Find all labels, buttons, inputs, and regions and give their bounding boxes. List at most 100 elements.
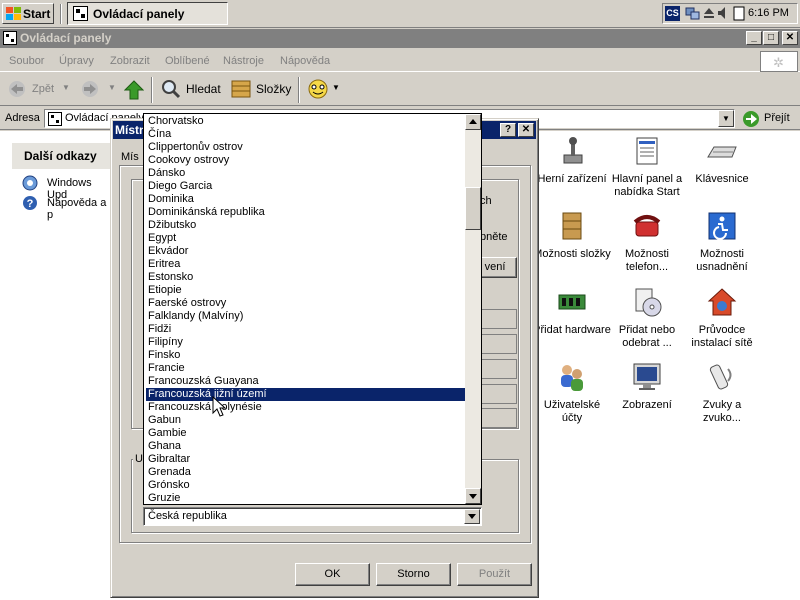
taskbar-button-control-panel[interactable]: Ovládací panely [67, 2, 228, 25]
scroll-thumb[interactable] [465, 187, 481, 230]
window-titlebar[interactable]: Ovládací panely _ □ ✕ [0, 29, 800, 48]
country-list-item[interactable]: Francouzská Guayana [146, 375, 466, 388]
views-icon [308, 79, 328, 99]
country-list-item[interactable]: Finsko [146, 349, 466, 362]
search-label: Hledat [186, 82, 221, 96]
toolbar: Zpět ▼ ▼ Hledat Složky ▼ [0, 73, 800, 106]
cp-item-accessibility[interactable]: Možnosti usnadnění [683, 210, 761, 274]
windows-update-icon [22, 175, 38, 191]
menu-tools[interactable]: Nástroje [223, 55, 264, 67]
country-list-item[interactable]: Džibutsko [146, 219, 466, 232]
left-panel-header: Další odkazy [12, 143, 110, 169]
country-list-item[interactable]: Gabun [146, 414, 466, 427]
apply-button[interactable]: Použít [457, 563, 532, 586]
menu-help[interactable]: Nápověda [280, 55, 330, 67]
country-list-item[interactable]: Francie [146, 362, 466, 375]
country-list-item[interactable]: Filipíny [146, 336, 466, 349]
country-list-item[interactable]: Etiopie [146, 284, 466, 297]
country-combobox[interactable]: Česká republika [143, 507, 482, 526]
cp-item-keyboard[interactable]: Klávesnice [683, 135, 761, 186]
country-list-item[interactable]: Ekvádor [146, 245, 466, 258]
cp-item-game-controllers[interactable]: Herní zařízení [533, 135, 611, 186]
dialog-tab-label[interactable]: Mís [121, 151, 139, 163]
menu-view[interactable]: Zobrazit [110, 55, 150, 67]
country-list-item[interactable]: Cookovy ostrovy [146, 154, 466, 167]
menu-edit[interactable]: Úpravy [59, 55, 94, 67]
cp-item-folder-options[interactable]: Možnosti složky [533, 210, 611, 261]
country-list-item[interactable]: Ghana [146, 440, 466, 453]
back-arrow-icon [9, 81, 25, 97]
forward-button[interactable]: ▼ [78, 77, 118, 101]
minimize-button[interactable]: _ [746, 31, 762, 45]
country-list-item[interactable]: Egypt [146, 232, 466, 245]
country-list-item[interactable]: Falklandy (Malvíny) [146, 310, 466, 323]
cp-item-phone-options[interactable]: Možnosti telefon... [608, 210, 686, 274]
windows-throbber: ✲ [760, 51, 798, 72]
cp-item-add-remove-programs[interactable]: Přidat nebo odebrat ... [608, 286, 686, 350]
cp-item-display[interactable]: Zobrazení [608, 361, 686, 412]
menu-favorites[interactable]: Oblíbené [165, 55, 210, 67]
country-list-item[interactable]: Čína [146, 128, 466, 141]
country-list-item[interactable]: Grenada [146, 466, 466, 479]
address-label: Adresa [5, 112, 40, 124]
country-list-item[interactable]: Clippertonův ostrov [146, 141, 466, 154]
country-list-item[interactable]: Grónsko [146, 479, 466, 492]
country-list-item[interactable]: Francouzská Polynésie [146, 401, 466, 414]
ok-button[interactable]: OK [295, 563, 370, 586]
menu-file[interactable]: Soubor [9, 55, 44, 67]
country-list-item[interactable]: Diego Garcia [146, 180, 466, 193]
dialog-help-button[interactable]: ? [500, 123, 516, 137]
up-folder-icon[interactable] [124, 80, 144, 100]
country-list-item[interactable]: Eritrea [146, 258, 466, 271]
country-dropdown-list[interactable]: Chorvatsko Čína Clippertonův ostrov Cookovy… [143, 113, 482, 505]
security-icon[interactable] [733, 6, 745, 21]
cp-item-add-hardware[interactable]: Přidat hardware [533, 286, 611, 337]
address-dropdown-button[interactable]: ▼ [718, 110, 734, 127]
country-list-scrollbar[interactable] [465, 114, 481, 504]
eject-icon[interactable] [703, 7, 715, 19]
cancel-button[interactable]: Storno [376, 563, 451, 586]
combobox-dropdown-button[interactable] [464, 509, 480, 524]
back-button[interactable]: Zpět ▼ [4, 77, 70, 101]
search-button[interactable]: Hledat [159, 77, 225, 101]
link-windows-update[interactable]: Windows Upd [22, 175, 112, 201]
cp-item-sounds[interactable]: Zvuky a zvuko... [683, 361, 761, 425]
link-help[interactable]: ? Nápověda a p [22, 195, 112, 221]
sounds-icon [706, 361, 738, 393]
maximize-button[interactable]: □ [763, 31, 779, 45]
cp-item-network-setup[interactable]: Průvodce instalací sítě [683, 286, 761, 350]
country-list-item[interactable]: Dánsko [146, 167, 466, 180]
cp-item-taskbar-start-menu[interactable]: Hlavní panel a nabídka Start [608, 135, 686, 199]
language-indicator[interactable]: CS [665, 6, 680, 21]
country-list-item[interactable]: Gambie [146, 427, 466, 440]
dialog-text-fragment-2: pněte [480, 231, 508, 243]
scroll-up-button[interactable] [465, 114, 481, 130]
country-list-item[interactable]: Estonsko [146, 271, 466, 284]
country-list-item[interactable]: Faerské ostrovy [146, 297, 466, 310]
clock[interactable]: 6:16 PM [748, 7, 789, 19]
scroll-up-arrow-icon [469, 119, 477, 124]
back-label: Zpět [32, 83, 55, 95]
user-accounts-icon [556, 361, 588, 393]
views-button[interactable]: ▼ [305, 77, 340, 101]
country-list-item[interactable]: Gibraltar [146, 453, 466, 466]
cp-item-user-accounts[interactable]: Uživatelské účty [533, 361, 611, 425]
folders-button[interactable]: Složky [229, 77, 293, 101]
go-button[interactable]: Přejít [740, 109, 798, 128]
volume-icon[interactable] [717, 6, 731, 20]
scroll-down-button[interactable] [465, 488, 481, 504]
network-icon[interactable] [685, 6, 701, 21]
dialog-close-button[interactable]: ✕ [518, 123, 534, 137]
cp-item-label: Průvodce instalací sítě [691, 324, 753, 349]
country-list-item[interactable]: Fidži [146, 323, 466, 336]
sample-field-4 [477, 384, 517, 404]
country-list-item[interactable]: Gruzie [146, 492, 466, 504]
country-list-item[interactable]: Francouzská jižní území [146, 388, 466, 401]
start-button[interactable]: Start [2, 3, 54, 24]
sample-field-2 [477, 334, 517, 354]
cp-item-label: Možnosti telefon... [624, 248, 670, 273]
country-list-item[interactable]: Dominika [146, 193, 466, 206]
close-button[interactable]: ✕ [782, 31, 798, 45]
country-list-item[interactable]: Dominikánská republika [146, 206, 466, 219]
country-list-item[interactable]: Chorvatsko [146, 115, 466, 128]
